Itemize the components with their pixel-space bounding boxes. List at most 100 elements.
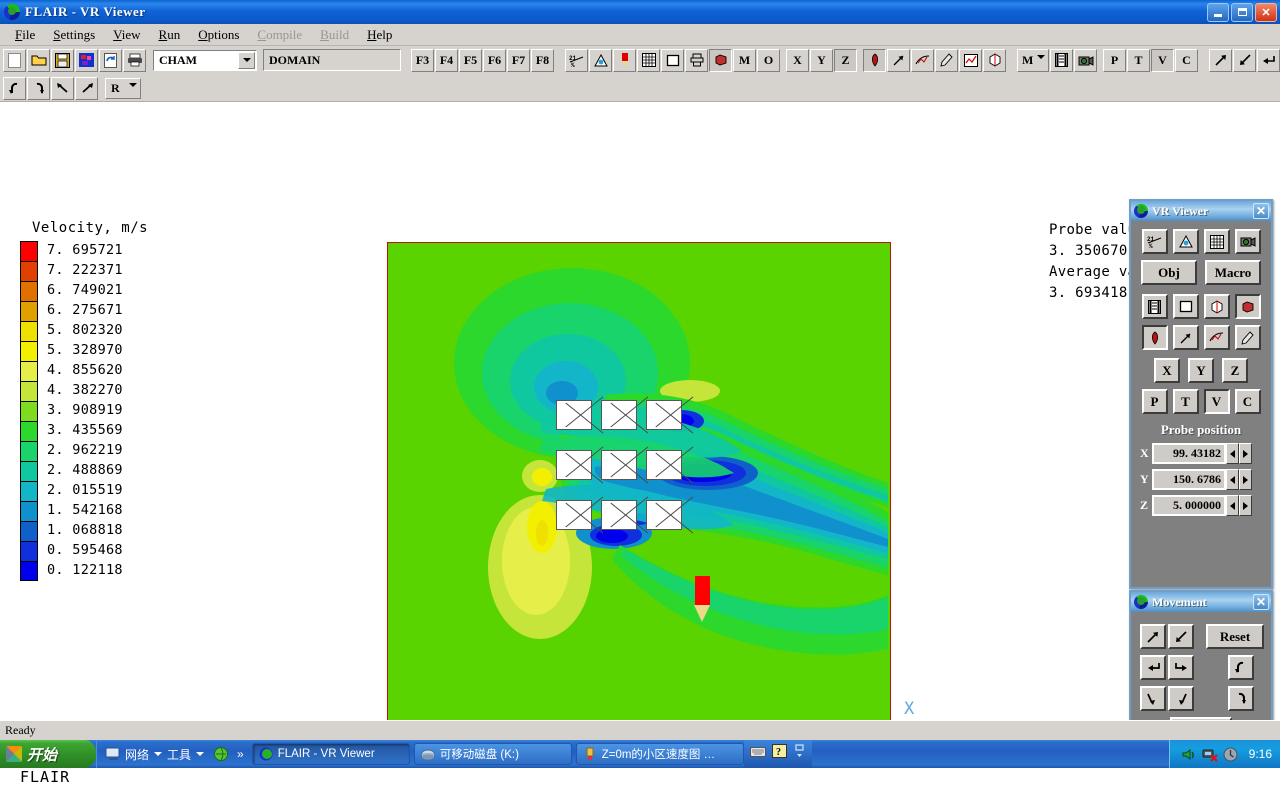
streamline-icon[interactable] [1203, 325, 1230, 350]
close-icon[interactable]: ✕ [1253, 594, 1269, 610]
viewer-canvas[interactable]: Velocity, m/s 7. 695721 7. 222371 6. 749… [0, 103, 1280, 786]
vr-variable-c-button[interactable]: C [1234, 389, 1261, 414]
probe-y-input[interactable]: 150. 6786 [1152, 469, 1226, 490]
line-graph-icon[interactable] [959, 48, 982, 72]
arrow-up-curve-icon[interactable] [1168, 686, 1194, 711]
probe-x-input[interactable]: 99. 43182 [1152, 443, 1226, 464]
vr-variable-p-button[interactable]: P [1141, 389, 1168, 414]
mode-m-button[interactable]: M [733, 48, 756, 72]
velocity-pen-icon[interactable] [1234, 325, 1261, 350]
enter-right-icon[interactable] [1168, 655, 1194, 680]
axis-z-button[interactable]: Z [834, 48, 857, 72]
filled-contour-icon[interactable] [863, 48, 886, 72]
variable-t-button[interactable]: T [1127, 48, 1150, 72]
menu-settings[interactable]: Settings [44, 25, 104, 45]
taskbar-clock[interactable]: 9:16 [1249, 747, 1272, 761]
close-icon[interactable]: ✕ [1253, 203, 1269, 219]
network-disconnected-icon[interactable] [1202, 747, 1218, 762]
film-strip-icon[interactable] [1141, 294, 1168, 319]
vr-variable-t-button[interactable]: T [1172, 389, 1199, 414]
fkey-f7-button[interactable]: F7 [507, 48, 530, 72]
arrow-down-curve-icon[interactable] [1140, 686, 1166, 711]
variable-v-button[interactable]: V [1151, 48, 1174, 72]
probe-x-increment[interactable] [1239, 443, 1252, 464]
network-icon[interactable] [105, 746, 121, 762]
vr-axis-z-button[interactable]: Z [1222, 358, 1248, 383]
open-folder-icon[interactable] [27, 48, 50, 72]
rotate-ccw-icon[interactable] [51, 76, 74, 100]
iso-cube-icon[interactable] [983, 48, 1006, 72]
vr-axis-x-button[interactable]: X [1154, 358, 1180, 383]
probe-pin-marker[interactable] [694, 576, 712, 622]
chevron-down-icon[interactable] [238, 51, 255, 69]
enter-left-icon[interactable] [1257, 48, 1280, 72]
vr-variable-v-button[interactable]: V [1203, 389, 1230, 414]
rotate-up-icon[interactable] [1228, 655, 1254, 680]
iso-surface-icon[interactable] [1172, 229, 1199, 254]
mode-select[interactable]: M [1017, 48, 1049, 76]
contour-field[interactable] [390, 245, 888, 746]
fkey-f6-button[interactable]: F6 [483, 48, 506, 72]
rotate-cw-icon[interactable] [1228, 686, 1254, 711]
save-disk-icon[interactable] [51, 48, 74, 72]
taskbar-item-image[interactable]: Z=0m的小区速度图 … [575, 743, 744, 765]
obj-button[interactable]: Obj [1141, 260, 1197, 285]
velocity-pen-icon[interactable] [935, 48, 958, 72]
rotate-down-icon[interactable] [27, 76, 50, 100]
outline-box-icon[interactable] [1172, 294, 1199, 319]
probe-z-increment[interactable] [1239, 495, 1252, 516]
solid-geometry-icon[interactable] [709, 48, 732, 72]
menu-run[interactable]: Run [150, 25, 190, 45]
contour-plot[interactable] [387, 242, 891, 749]
minimize-button[interactable] [1207, 2, 1229, 22]
refresh-page-icon[interactable] [99, 48, 122, 72]
filled-contour-icon[interactable] [1141, 325, 1168, 350]
iso-cube-icon[interactable] [1203, 294, 1230, 319]
resolution-select[interactable]: R [105, 77, 141, 104]
chevron-down-icon[interactable] [154, 752, 163, 756]
fkey-f8-button[interactable]: F8 [531, 48, 554, 72]
camera-icon[interactable] [1074, 48, 1097, 72]
arrow-down-left-icon[interactable] [1233, 48, 1256, 72]
fkey-f4-button[interactable]: F4 [435, 48, 458, 72]
maximize-button[interactable] [1231, 2, 1253, 22]
keyboard-icon[interactable] [749, 745, 766, 763]
fkey-f5-button[interactable]: F5 [459, 48, 482, 72]
outline-box-icon[interactable] [661, 48, 684, 72]
menu-view[interactable]: View [104, 25, 149, 45]
arrow-up-right-icon[interactable] [1140, 624, 1166, 649]
vr-axis-y-button[interactable]: Y [1188, 358, 1214, 383]
reset-button[interactable]: Reset [1206, 624, 1264, 649]
menu-help[interactable]: Help [358, 25, 401, 45]
probe-y-decrement[interactable] [1226, 469, 1239, 490]
probe-y-increment[interactable] [1239, 469, 1252, 490]
vector-arrow-icon[interactable] [887, 48, 910, 72]
axis-x-button[interactable]: X [786, 48, 809, 72]
shield-icon[interactable] [1223, 747, 1238, 762]
menu-file[interactable]: File [6, 25, 44, 45]
browser-icon[interactable] [213, 746, 229, 762]
vector-arrow-icon[interactable] [1172, 325, 1199, 350]
rotate-cw-icon[interactable] [75, 76, 98, 100]
camera-icon[interactable] [1234, 229, 1261, 254]
arrow-up-right-icon[interactable] [1209, 48, 1232, 72]
new-file-icon[interactable] [3, 48, 26, 72]
chevron-down-icon[interactable] [129, 82, 137, 105]
show-desktop-icon[interactable] [793, 744, 806, 764]
film-strip-icon[interactable] [1050, 48, 1073, 72]
grid-icon[interactable] [1203, 229, 1230, 254]
contour-scale-icon[interactable]: 21% [565, 48, 588, 72]
print-icon[interactable] [123, 48, 146, 72]
enter-left-icon[interactable] [1140, 655, 1166, 680]
solid-geometry-icon[interactable] [1234, 294, 1261, 319]
volume-icon[interactable] [1181, 747, 1196, 762]
probe-x-decrement[interactable] [1226, 443, 1239, 464]
rotate-up-icon[interactable] [3, 76, 26, 100]
close-button[interactable]: ✕ [1255, 2, 1277, 22]
contour-scale-icon[interactable]: 21% [1141, 229, 1168, 254]
iso-surface-icon[interactable] [589, 48, 612, 72]
axis-y-button[interactable]: Y [810, 48, 833, 72]
mode-o-button[interactable]: O [757, 48, 780, 72]
domain-select[interactable]: CHAM [153, 49, 257, 71]
probe-z-decrement[interactable] [1226, 495, 1239, 516]
